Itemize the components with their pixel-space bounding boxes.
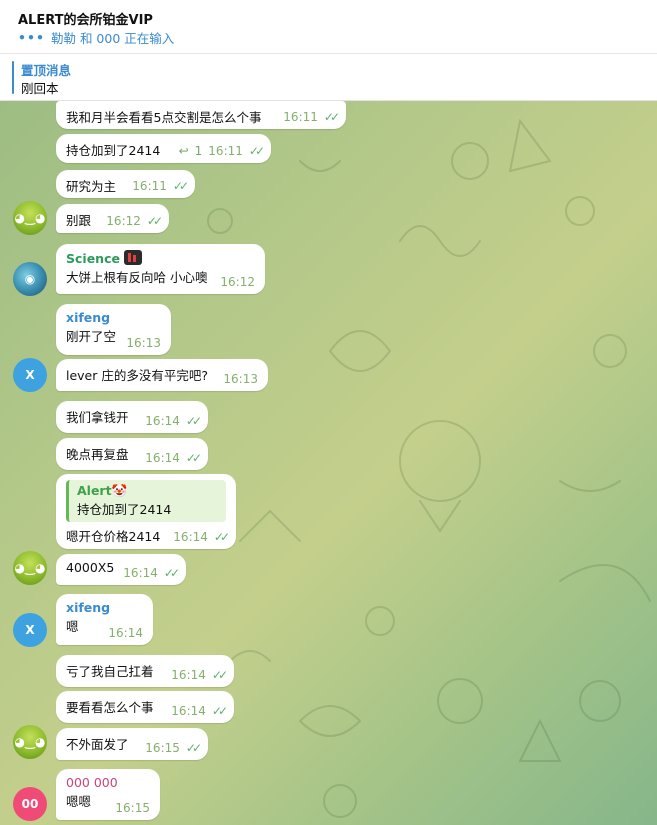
message-meta: 16:11 ✓✓ (283, 110, 340, 124)
avatar-initial: 00 (21, 797, 39, 811)
message-meta: 16:13 (126, 336, 161, 350)
message-meta: 16:15 (115, 801, 150, 815)
message-bubble[interactable]: 别跟 16:12 ✓✓ (56, 204, 169, 233)
message-time: 16:14 (123, 566, 158, 580)
chat-area[interactable]: 我和月半会看看5点交割是怎么个事 16:11 ✓✓ 持仓加到了2414 ↩ 1 1… (0, 101, 657, 825)
message-bubble[interactable]: xifeng 刚开了空 16:13 (56, 304, 171, 355)
sender-name: xifeng (66, 600, 111, 615)
message-time: 16:12 (106, 214, 141, 228)
message-time: 16:11 (132, 179, 167, 193)
sender-name: Science (66, 250, 255, 266)
message-meta: 16:14 ✓✓ (171, 704, 228, 718)
avatar-initial: X (25, 623, 35, 637)
sender-name: 000 000 (66, 775, 118, 790)
message-bubble[interactable]: 000 000 嗯嗯 16:15 (56, 769, 160, 820)
message-time: 16:14 (145, 451, 180, 465)
message-meta: 16:14 (108, 626, 143, 640)
chat-header[interactable]: ALERT的会所铂金VIP ••• 勒勒 和 000 正在输入 (0, 0, 657, 54)
message-time: 16:15 (145, 741, 180, 755)
message-meta: 16:14 ✓✓ (173, 530, 230, 544)
message-bubble[interactable]: 不外面发了 16:15 ✓✓ (56, 728, 208, 760)
message-meta: 16:12 (220, 275, 255, 289)
pinned-label: 置顶消息 (21, 63, 72, 78)
typing-status: ••• 勒勒 和 000 正在输入 (18, 28, 174, 47)
message-time: 16:15 (115, 801, 150, 815)
message-bubble[interactable]: Alert🤡 持仓加到了2414 嗯开仓价格2414 16:14 ✓✓ (56, 474, 236, 549)
message-time: 16:14 (108, 626, 143, 640)
pinned-message-bar[interactable]: 置顶消息 刚回本 (0, 54, 657, 101)
message-meta: 16:12 ✓✓ (106, 214, 163, 228)
message-meta: 16:14 ✓✓ (145, 414, 202, 428)
avatar[interactable]: ◕‿◕ (13, 725, 47, 759)
message-meta: 16:14 ✓✓ (145, 451, 202, 465)
avatar[interactable]: X (13, 613, 47, 647)
typing-dots-icon: ••• (18, 30, 45, 45)
read-checks-icon: ✓✓ (185, 741, 202, 755)
read-checks-icon: ✓✓ (185, 414, 202, 428)
message-time: 16:14 (173, 530, 208, 544)
avatar[interactable]: X (13, 358, 47, 392)
message-bubble[interactable]: 我和月半会看看5点交割是怎么个事 16:11 ✓✓ (56, 101, 346, 129)
read-checks-icon: ✓✓ (172, 179, 189, 193)
reply-quote[interactable]: Alert🤡 持仓加到了2414 (66, 480, 226, 522)
message-meta: 16:14 ✓✓ (171, 668, 228, 682)
message-time: 16:12 (220, 275, 255, 289)
message-time: 16:11 (283, 110, 318, 124)
pinned-text: 刚回本 (21, 81, 59, 96)
avatar[interactable]: 00 (13, 787, 47, 821)
message-meta: 16:14 ✓✓ (123, 566, 180, 580)
message-time: 16:14 (171, 704, 206, 718)
alien-avatar-icon: ◕‿◕ (14, 735, 46, 749)
read-checks-icon: ✓✓ (185, 451, 202, 465)
quote-text: 持仓加到了2414 (77, 502, 172, 517)
read-checks-icon: ✓✓ (163, 566, 180, 580)
alien-avatar-icon: ◕‿◕ (14, 561, 46, 575)
message-time: 16:13 (223, 372, 258, 386)
quote-sender: Alert🤡 (77, 483, 128, 498)
pinned-accent-bar (12, 61, 14, 94)
avatar[interactable]: ◕‿◕ (13, 551, 47, 585)
message-time: 16:14 (145, 414, 180, 428)
message-bubble[interactable]: 我们拿钱开 16:14 ✓✓ (56, 401, 208, 433)
typing-text: 勒勒 和 000 正在输入 (50, 31, 175, 46)
message-meta: 16:11 ✓✓ (132, 179, 189, 193)
message-bubble[interactable]: 研究为主 16:11 ✓✓ (56, 170, 195, 198)
read-checks-icon: ✓✓ (248, 144, 265, 158)
message-bubble[interactable]: xifeng 嗯 16:14 (56, 594, 153, 645)
read-checks-icon: ✓✓ (213, 530, 230, 544)
message-bubble[interactable]: 亏了我自己扛着 16:14 ✓✓ (56, 655, 234, 687)
read-checks-icon: ✓✓ (146, 214, 163, 228)
badge-icon (124, 250, 143, 265)
message-meta: 16:15 ✓✓ (145, 741, 202, 755)
message-meta: 16:13 (223, 372, 258, 386)
globe-avatar-icon: ◉ (24, 272, 36, 286)
read-checks-icon: ✓✓ (211, 704, 228, 718)
message-bubble[interactable]: 持仓加到了2414 ↩ 1 16:11 ✓✓ (56, 134, 271, 163)
message-time: 16:13 (126, 336, 161, 350)
sender-name: xifeng (66, 310, 111, 325)
avatar[interactable]: ◕‿◕ (13, 201, 47, 235)
message-bubble[interactable]: 4000X5 16:14 ✓✓ (56, 554, 186, 585)
reply-arrow-icon[interactable]: ↩ (179, 144, 189, 158)
avatar-initial: X (25, 368, 35, 382)
read-checks-icon: ✓✓ (211, 668, 228, 682)
avatar[interactable]: ◉ (13, 262, 47, 296)
message-bubble[interactable]: lever 庄的多没有平完吧? 16:13 (56, 359, 268, 391)
message-meta: ↩ 1 16:11 ✓✓ (179, 144, 265, 158)
message-bubble[interactable]: 晚点再复盘 16:14 ✓✓ (56, 438, 208, 470)
alien-avatar-icon: ◕‿◕ (14, 211, 46, 225)
chat-title: ALERT的会所铂金VIP (18, 13, 153, 28)
message-time: 16:14 (171, 668, 206, 682)
message-bubble[interactable]: Science 大饼上根有反向哈 小心噢 16:12 (56, 244, 265, 294)
message-time: 16:11 (208, 144, 243, 158)
read-checks-icon: ✓✓ (323, 110, 340, 124)
reply-count: 1 (194, 144, 203, 158)
message-bubble[interactable]: 要看看怎么个事 16:14 ✓✓ (56, 691, 234, 723)
